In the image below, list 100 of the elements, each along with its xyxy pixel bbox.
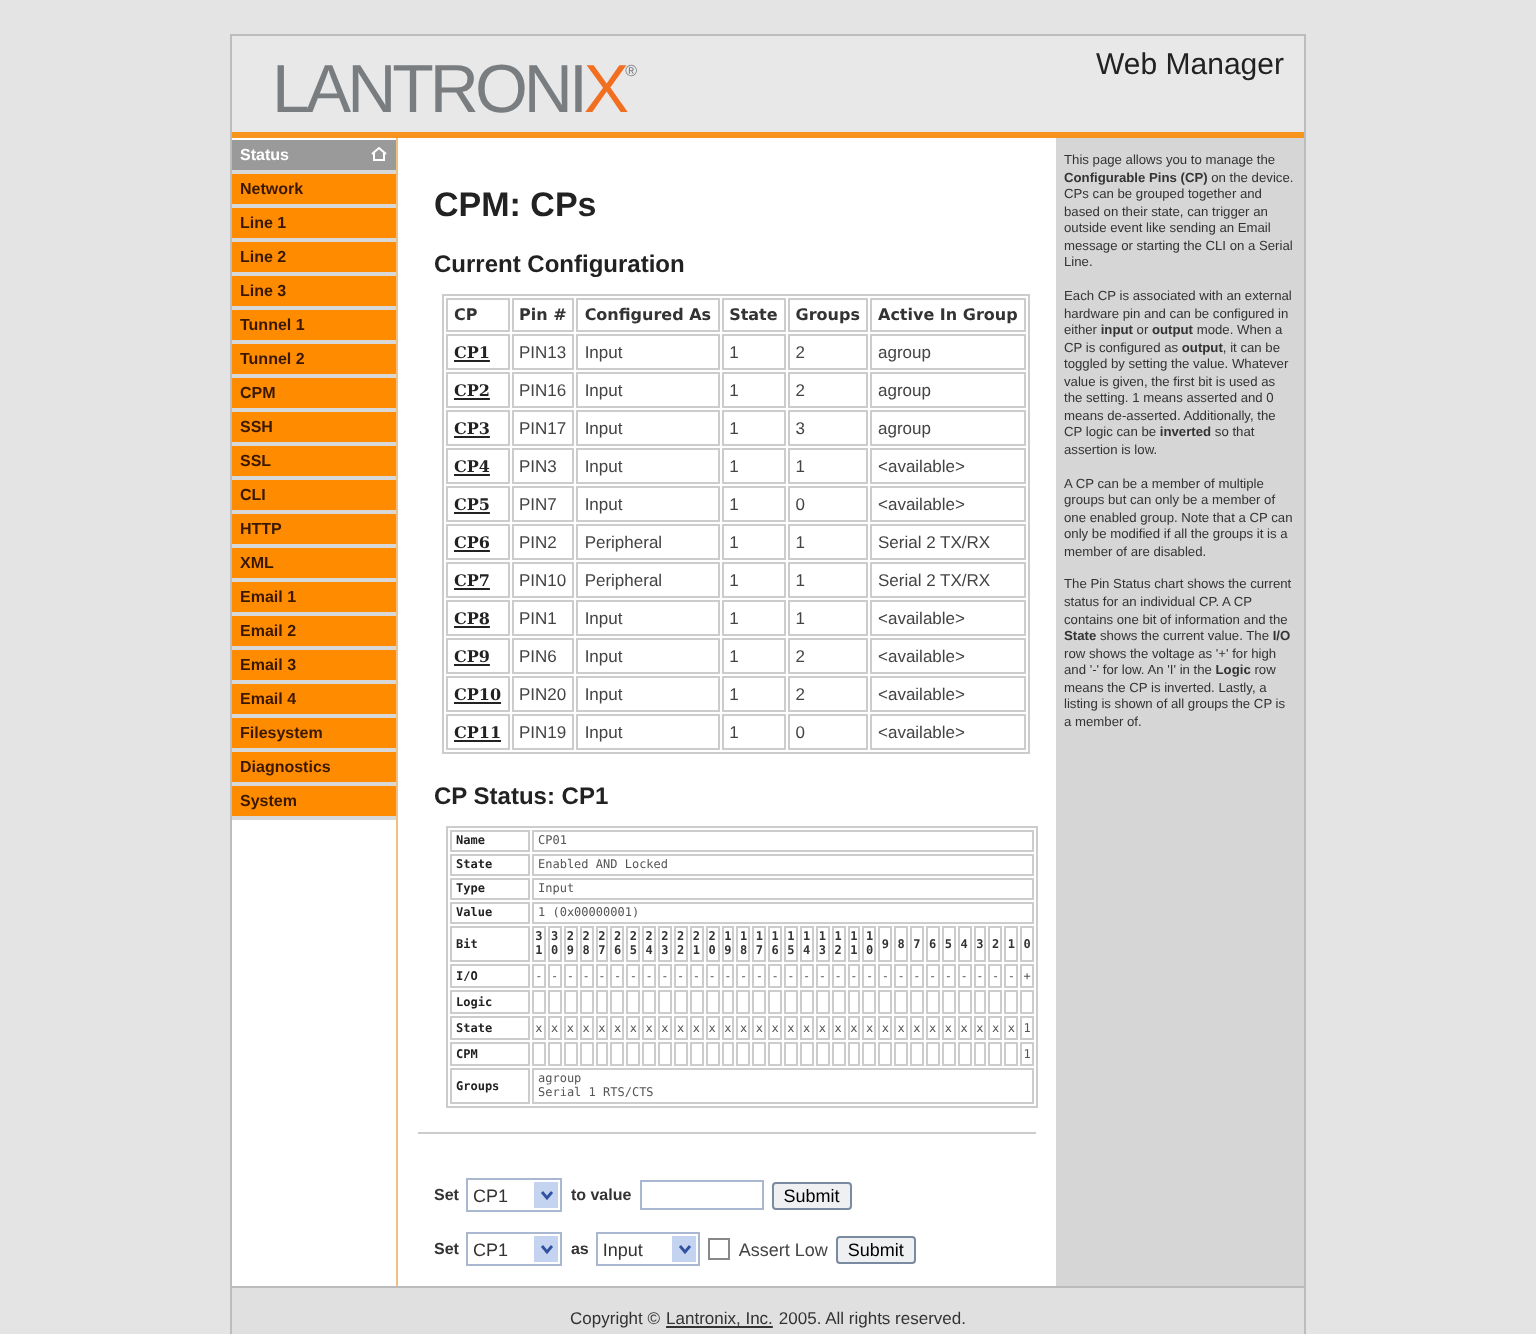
nav-item[interactable]: Email 1 — [232, 582, 396, 616]
table-cell: 0 — [787, 486, 868, 522]
nav-item[interactable]: CPM — [232, 378, 396, 412]
table-cell: Input — [576, 410, 720, 446]
form-label: as — [570, 1240, 589, 1259]
table-cell: 1 — [787, 562, 868, 598]
checkbox[interactable] — [708, 1238, 731, 1261]
nav-item[interactable]: Email 4 — [232, 684, 396, 718]
company-link[interactable]: Lantronix, Inc. — [666, 1307, 773, 1328]
table-cell: 2 — [787, 638, 868, 674]
table-cell: Input — [576, 714, 720, 750]
caret-icon — [534, 1182, 559, 1209]
app-title: Web Manager — [1096, 48, 1284, 86]
table-cell: PIN6 — [511, 638, 575, 674]
nav-item[interactable]: Email 3 — [232, 650, 396, 684]
table-cell: Input — [576, 372, 720, 408]
table-cell: 2 — [787, 676, 868, 712]
table-cell: 1 — [721, 334, 786, 370]
copyright-text: Copyright © — [570, 1307, 661, 1328]
table-cell: PIN16 — [511, 372, 575, 408]
table-cell: 1 — [721, 676, 786, 712]
table-cell: 1 — [721, 410, 786, 446]
table-cell: PIN3 — [511, 448, 575, 484]
column-header: State — [721, 298, 786, 332]
table-cell: PIN2 — [511, 524, 575, 560]
table-cell: 1 — [787, 524, 868, 560]
table-cell: PIN13 — [511, 334, 575, 370]
nav-item[interactable]: SSH — [232, 412, 396, 446]
cp-select[interactable]: CP1 — [466, 1178, 563, 1213]
table-cell: Serial 2 TX/RX — [870, 524, 1026, 560]
nav-item[interactable]: System — [232, 786, 396, 820]
table-cell: Input — [576, 600, 720, 636]
nav-item[interactable]: Filesystem — [232, 718, 396, 752]
nav-item[interactable]: SSL — [232, 446, 396, 480]
column-header: Groups — [787, 298, 868, 332]
table-cell: Input — [576, 676, 720, 712]
value-field[interactable] — [639, 1180, 764, 1211]
table-cell: Input — [576, 334, 720, 370]
nav-item[interactable]: Diagnostics — [232, 752, 396, 786]
column-header: CP — [446, 298, 510, 332]
table-cell: 2 — [787, 334, 868, 370]
table-cell: <available> — [870, 448, 1026, 484]
table-cell: agroup — [870, 410, 1026, 446]
table-cell: Peripheral — [576, 524, 720, 560]
section-heading: CP Status: CP1 — [434, 782, 611, 810]
page-title: CPM: CPs — [434, 186, 599, 226]
table-cell: 1 — [787, 448, 868, 484]
table-cell: PIN17 — [511, 410, 575, 446]
checkbox-label: Assert Low — [738, 1239, 828, 1260]
table-cell: 1 — [721, 562, 786, 598]
table-cell: PIN7 — [511, 486, 575, 522]
table-cell: 1 — [721, 524, 786, 560]
submit-button[interactable]: Submit — [835, 1235, 916, 1264]
home-icon — [370, 146, 388, 162]
table-cell: Serial 2 TX/RX — [870, 562, 1026, 598]
table-cell: 0 — [787, 714, 868, 750]
table-cell: 1 — [721, 638, 786, 674]
table-cell: 1 — [721, 486, 786, 522]
table-cell: PIN19 — [511, 714, 575, 750]
table-cell: Input — [576, 448, 720, 484]
nav-item[interactable]: Line 2 — [232, 242, 396, 276]
nav-item[interactable]: HTTP — [232, 514, 396, 548]
table-cell: 1 — [787, 600, 868, 636]
logo: LANTRONIX® — [272, 52, 638, 132]
nav-item[interactable]: Tunnel 1 — [232, 310, 396, 344]
nav-item[interactable]: Network — [232, 174, 396, 208]
column-header: Pin # — [511, 298, 575, 332]
table-cell: agroup — [870, 372, 1026, 408]
submit-button[interactable]: Submit — [771, 1181, 852, 1210]
table-cell: <available> — [870, 600, 1026, 636]
table-cell: <available> — [870, 486, 1026, 522]
form-label: Set — [434, 1240, 459, 1259]
table-cell: 1 — [721, 372, 786, 408]
table-cell: Input — [576, 638, 720, 674]
table-cell: <available> — [870, 714, 1026, 750]
column-header: Active In Group — [870, 298, 1026, 332]
table-cell: PIN1 — [511, 600, 575, 636]
copyright-text: 2005. All rights reserved. — [778, 1307, 966, 1328]
section-heading: Current Configuration — [434, 250, 687, 278]
nav-item[interactable]: XML — [232, 548, 396, 582]
table-cell: <available> — [870, 676, 1026, 712]
table-cell: 3 — [787, 410, 868, 446]
nav-item[interactable]: Line 3 — [232, 276, 396, 310]
column-header: Configured As — [576, 298, 720, 332]
caret-icon — [672, 1236, 697, 1263]
mode-select[interactable]: Input — [596, 1232, 701, 1267]
caret-icon — [534, 1236, 559, 1263]
table-cell: 1 — [721, 448, 786, 484]
nav-item[interactable]: Email 2 — [232, 616, 396, 650]
table-cell: Input — [576, 486, 720, 522]
cp-select[interactable]: CP1 — [466, 1232, 563, 1267]
form-label: Set — [434, 1186, 459, 1205]
nav-item[interactable]: CLI — [232, 480, 396, 514]
table-cell: <available> — [870, 638, 1026, 674]
nav-item[interactable]: Line 1 — [232, 208, 396, 242]
table-cell: 2 — [787, 372, 868, 408]
form-label: to value — [570, 1186, 632, 1205]
nav-item[interactable]: Tunnel 2 — [232, 344, 396, 378]
table-cell: 1 — [721, 600, 786, 636]
table-cell: PIN20 — [511, 676, 575, 712]
